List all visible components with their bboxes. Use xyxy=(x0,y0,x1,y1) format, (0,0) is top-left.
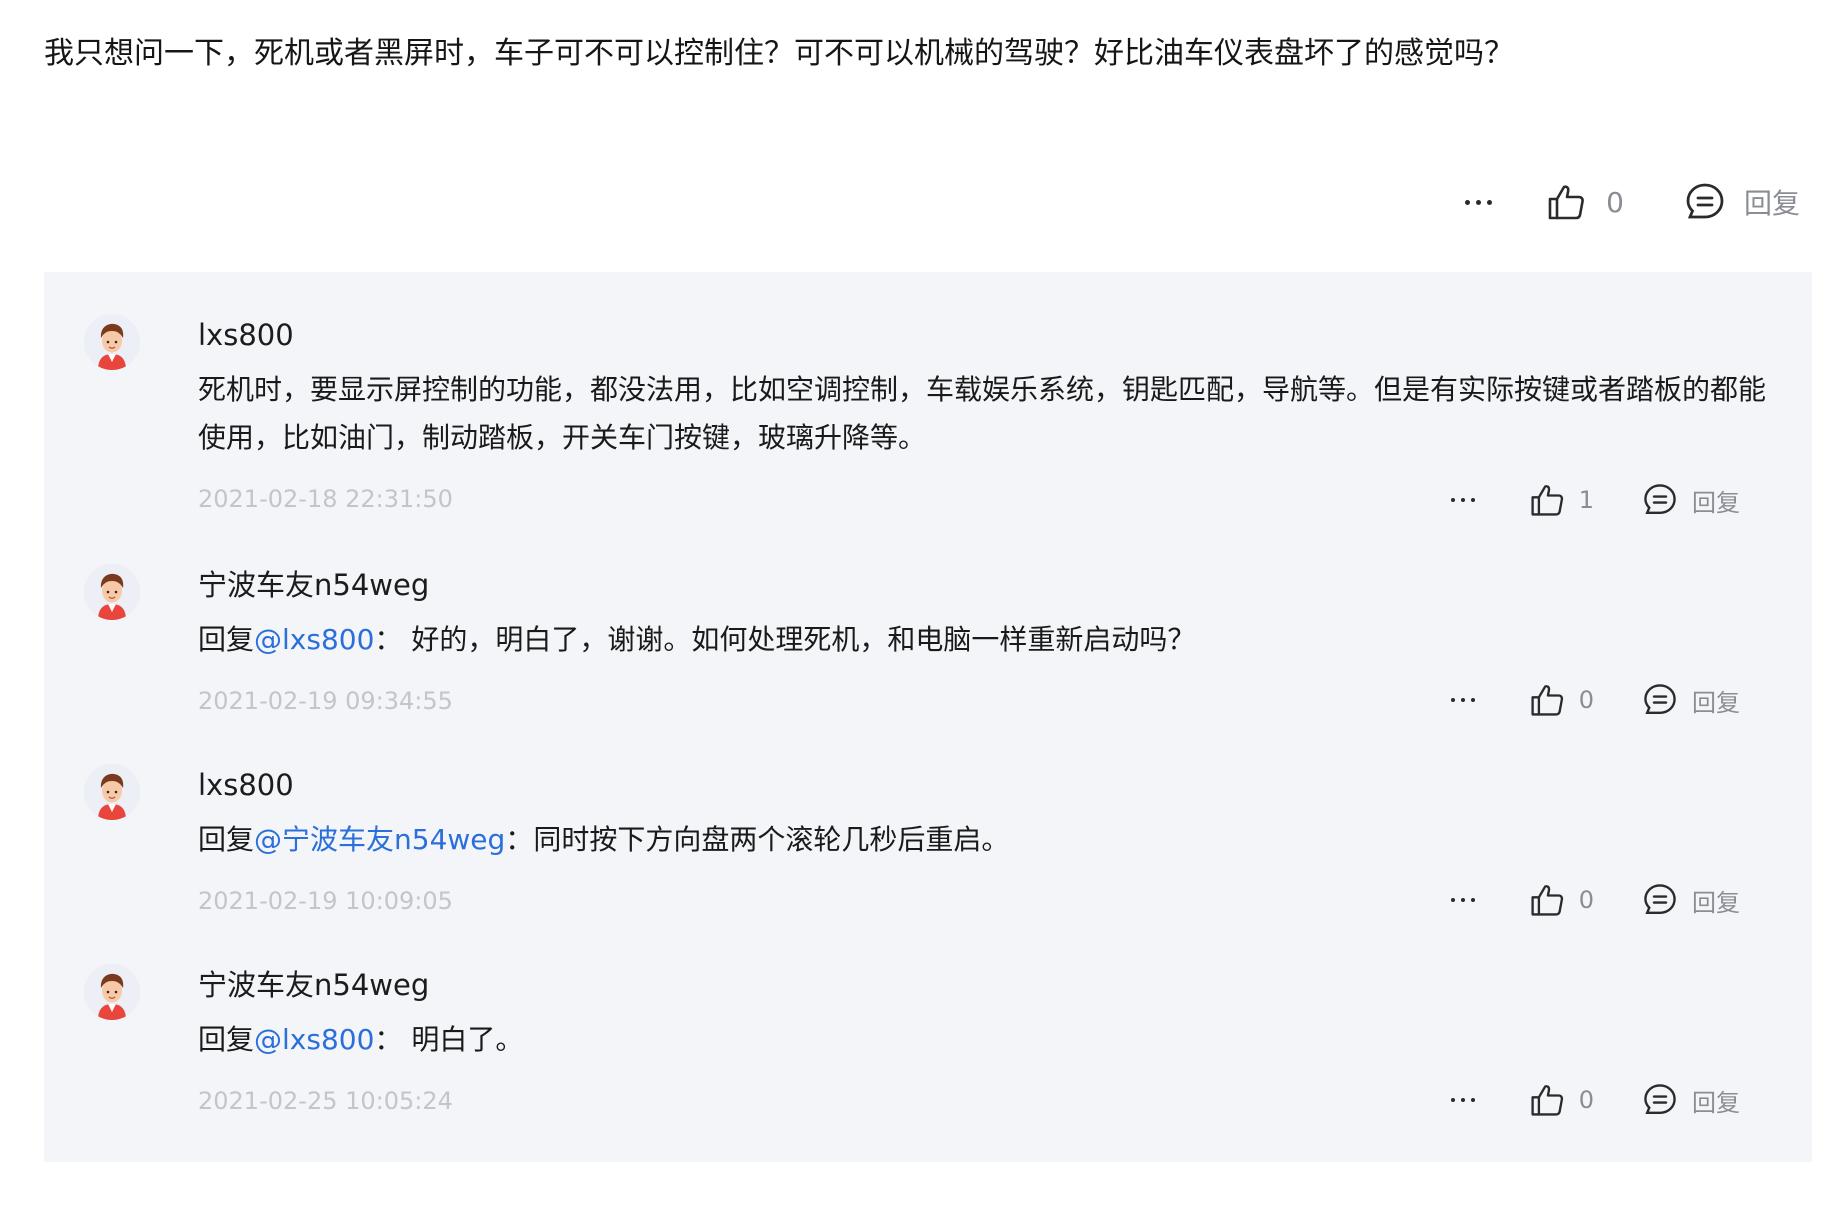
comment-username[interactable]: 宁波车友n54weg xyxy=(198,564,1778,606)
question-action-bar: 0 回复 xyxy=(1456,180,1800,224)
mention-link[interactable]: @lxs800 xyxy=(254,1023,374,1056)
more-dots-icon xyxy=(1450,698,1455,702)
thumbs-up-icon xyxy=(1546,182,1586,222)
question-text: 我只想问一下，死机或者黑屏时，车子可不可以控制住？可不可以机械的驾驶？好比油车仪… xyxy=(44,36,1514,71)
avatar[interactable] xyxy=(84,964,140,1020)
like-button[interactable]: 0 xyxy=(1546,182,1624,222)
like-count: 0 xyxy=(1578,886,1594,914)
comment-text: 死机时，要显示屏控制的功能，都没法用，比如空调控制，车载娱乐系统，钥匙匹配，导航… xyxy=(198,366,1778,462)
reply-label: 回复 xyxy=(1743,187,1800,220)
more-button[interactable] xyxy=(1443,1082,1483,1118)
more-dots-icon xyxy=(1450,898,1455,902)
like-count: 1 xyxy=(1578,486,1594,514)
comment-username[interactable]: 宁波车友n54weg xyxy=(198,964,1778,1006)
like-count: 0 xyxy=(1578,1086,1594,1114)
reply-label: 回复 xyxy=(1692,488,1740,517)
reply-prefix: 回复 xyxy=(198,623,255,656)
comment-bubble-icon xyxy=(1642,682,1678,718)
comment-text: 回复@lxs800： 明白了。 xyxy=(198,1016,1778,1064)
thumbs-up-icon xyxy=(1529,682,1565,718)
avatar[interactable] xyxy=(84,314,140,370)
reply-button[interactable]: 回复 xyxy=(1642,1082,1740,1118)
reply-label: 回复 xyxy=(1692,688,1740,717)
reply-button[interactable]: 回复 xyxy=(1642,882,1740,918)
like-count: 0 xyxy=(1606,185,1624,219)
reply-label: 回复 xyxy=(1692,888,1740,917)
like-count: 0 xyxy=(1578,686,1594,714)
more-button[interactable] xyxy=(1456,180,1500,224)
avatar[interactable] xyxy=(84,564,140,620)
reply-prefix: 回复 xyxy=(198,823,255,856)
mention-separator: ： xyxy=(374,1023,403,1056)
comment-text: 回复@lxs800： 好的，明白了，谢谢。如何处理死机，和电脑一样重新启动吗？ xyxy=(198,616,1778,664)
reply-label: 回复 xyxy=(1692,1088,1740,1117)
more-button[interactable] xyxy=(1443,482,1483,518)
more-dots-icon xyxy=(1450,498,1455,502)
comment-body: 同时按下方向盘两个滚轮几秒后重启。 xyxy=(533,823,1010,856)
comment-bubble-icon xyxy=(1642,482,1678,518)
thumbs-up-icon xyxy=(1529,482,1565,518)
comment-username[interactable]: lxs800 xyxy=(198,764,1778,806)
more-dots-icon xyxy=(1464,199,1470,205)
mention-link[interactable]: @宁波车友n54weg xyxy=(254,823,505,856)
more-button[interactable] xyxy=(1443,882,1483,918)
comment-body: 好的，明白了，谢谢。如何处理死机，和电脑一样重新启动吗？ xyxy=(402,623,1196,656)
comment-body: 明白了。 xyxy=(402,1023,524,1056)
like-button[interactable]: 1 xyxy=(1529,482,1594,518)
mention-link[interactable]: @lxs800 xyxy=(254,623,374,656)
mention-separator: ： xyxy=(374,623,403,656)
avatar[interactable] xyxy=(84,764,140,820)
reply-prefix: 回复 xyxy=(198,1023,255,1056)
reply-button[interactable]: 回复 xyxy=(1684,181,1800,223)
comment-action-bar: 0 回复 xyxy=(1443,1082,1740,1118)
comment-bubble-icon xyxy=(1642,1082,1678,1118)
more-dots-icon xyxy=(1450,1098,1455,1102)
like-button[interactable]: 0 xyxy=(1529,682,1594,718)
comment-body: 死机时，要显示屏控制的功能，都没法用，比如空调控制，车载娱乐系统，钥匙匹配，导航… xyxy=(198,373,1767,454)
comment-action-bar: 1 回复 xyxy=(1443,482,1740,518)
comment-username[interactable]: lxs800 xyxy=(198,314,1778,356)
comment-action-bar: 0 回复 xyxy=(1443,882,1740,918)
reply-button[interactable]: 回复 xyxy=(1642,682,1740,718)
thumbs-up-icon xyxy=(1529,1082,1565,1118)
comment-bubble-icon xyxy=(1684,181,1726,223)
comment-text: 回复@宁波车友n54weg：同时按下方向盘两个滚轮几秒后重启。 xyxy=(198,816,1778,864)
comment-action-bar: 0 回复 xyxy=(1443,682,1740,718)
thumbs-up-icon xyxy=(1529,882,1565,918)
like-button[interactable]: 0 xyxy=(1529,1082,1594,1118)
like-button[interactable]: 0 xyxy=(1529,882,1594,918)
comments-panel: lxs800 死机时，要显示屏控制的功能，都没法用，比如空调控制，车载娱乐系统，… xyxy=(44,272,1812,1162)
more-button[interactable] xyxy=(1443,682,1483,718)
comment-bubble-icon xyxy=(1642,882,1678,918)
mention-separator: ： xyxy=(505,823,534,856)
reply-button[interactable]: 回复 xyxy=(1642,482,1740,518)
